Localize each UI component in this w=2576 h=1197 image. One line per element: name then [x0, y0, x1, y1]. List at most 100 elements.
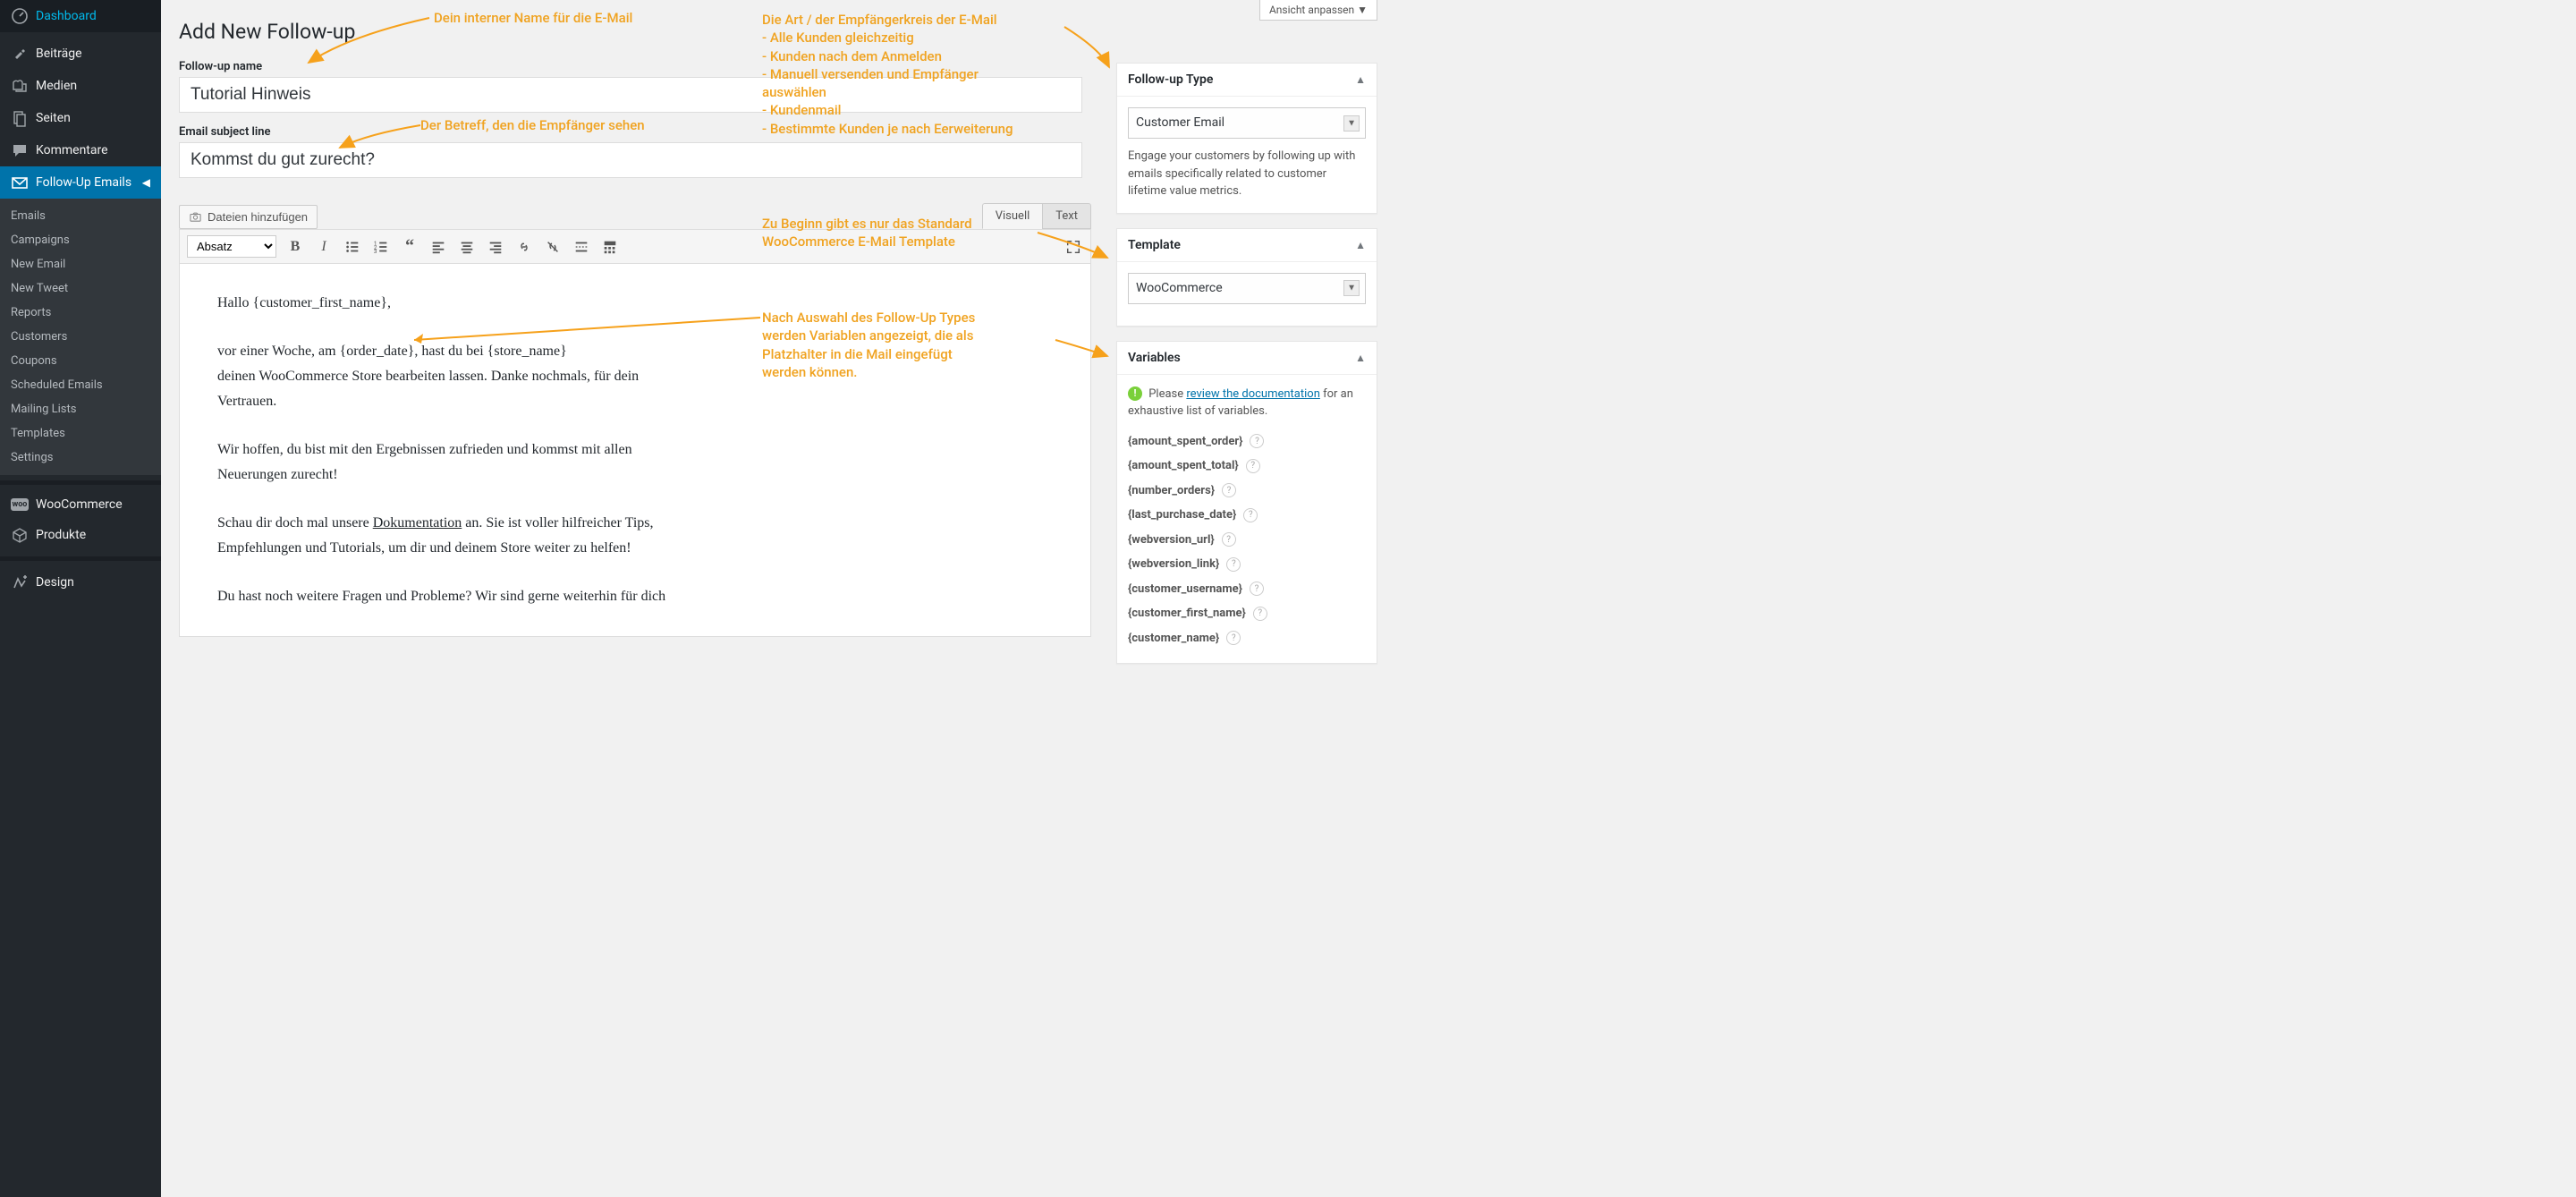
sidebar-item-posts[interactable]: Beiträge: [0, 38, 161, 70]
align-left-button[interactable]: [428, 237, 448, 257]
followup-name-input[interactable]: [179, 77, 1082, 113]
fullscreen-button[interactable]: [1063, 237, 1083, 257]
sidebar-item-media[interactable]: Medien: [0, 70, 161, 102]
arrow-right-icon: ◀: [142, 176, 150, 189]
variable-token: {amount_spent_order}: [1128, 433, 1242, 451]
variable-token: {amount_spent_total}: [1128, 457, 1239, 475]
help-icon[interactable]: ?: [1222, 532, 1236, 547]
sidebar-item-pages[interactable]: Seiten: [0, 102, 161, 134]
sidebar-subitem-coupons[interactable]: Coupons: [0, 349, 161, 373]
help-icon[interactable]: ?: [1226, 557, 1241, 572]
documentation-link[interactable]: Dokumentation: [373, 515, 462, 531]
bold-button[interactable]: B: [285, 237, 305, 257]
sidebar-subitem-emails[interactable]: Emails: [0, 204, 161, 228]
variable-token: {last_purchase_date}: [1128, 506, 1236, 524]
sidebar-label: Follow-Up Emails: [36, 175, 131, 190]
variable-row[interactable]: {amount_spent_order}?: [1128, 429, 1366, 454]
variable-row[interactable]: {customer_username}?: [1128, 577, 1366, 602]
collapse-icon: ▲: [1355, 73, 1366, 86]
sidebar-item-woocommerce[interactable]: woo WooCommerce: [0, 490, 161, 519]
subject-input[interactable]: [179, 142, 1082, 178]
right-metaboxes: Follow-up Type ▲ Customer Email ▼ Engage…: [1116, 63, 1377, 678]
variables-title: Variables: [1128, 351, 1181, 365]
link-button[interactable]: [514, 237, 534, 257]
screen-options-toggle[interactable]: Ansicht anpassen ▼: [1259, 0, 1377, 21]
align-center-button[interactable]: [457, 237, 477, 257]
sidebar-subitem-templates[interactable]: Templates: [0, 421, 161, 446]
followup-type-title: Follow-up Type: [1128, 72, 1213, 87]
variable-row[interactable]: {last_purchase_date}?: [1128, 503, 1366, 528]
variable-row[interactable]: {webversion_link}?: [1128, 552, 1366, 577]
info-icon: !: [1128, 386, 1142, 401]
admin-sidebar: Dashboard Beiträge Medien Seiten Komment…: [0, 0, 161, 1197]
template-header[interactable]: Template ▲: [1117, 229, 1377, 262]
sidebar-subitem-mailing-lists[interactable]: Mailing Lists: [0, 397, 161, 421]
help-icon[interactable]: ?: [1246, 459, 1260, 473]
sidebar-subitem-customers[interactable]: Customers: [0, 325, 161, 349]
format-select[interactable]: Absatz: [187, 235, 276, 258]
align-right-button[interactable]: [486, 237, 505, 257]
sidebar-subitem-reports[interactable]: Reports: [0, 301, 161, 325]
body-line: vor einer Woche, am {order_date}, hast d…: [217, 339, 1053, 364]
sidebar-item-followup-emails[interactable]: Follow-Up Emails ◀: [0, 166, 161, 199]
body-line: Hallo {customer_first_name},: [217, 291, 1053, 316]
sidebar-label: WooCommerce: [36, 497, 123, 512]
svg-text:3: 3: [374, 248, 377, 255]
variable-row[interactable]: {number_orders}?: [1128, 479, 1366, 504]
template-select[interactable]: WooCommerce ▼: [1128, 273, 1366, 304]
sidebar-subitem-campaigns[interactable]: Campaigns: [0, 228, 161, 252]
variable-row[interactable]: {amount_spent_total}?: [1128, 454, 1366, 479]
tab-text[interactable]: Text: [1042, 203, 1091, 229]
sidebar-subitem-scheduled[interactable]: Scheduled Emails: [0, 373, 161, 397]
editor-tabs974: Visuell Text: [982, 203, 1091, 229]
template-box: Template ▲ WooCommerce ▼: [1116, 228, 1377, 327]
italic-button[interactable]: I: [314, 237, 334, 257]
template-value: WooCommerce: [1136, 281, 1223, 295]
sidebar-item-dashboard[interactable]: Dashboard: [0, 0, 161, 32]
toolbar-toggle-button[interactable]: [600, 237, 620, 257]
variables-hint: ! Please review the documentation for an…: [1128, 386, 1366, 420]
readmore-button[interactable]: [572, 237, 591, 257]
add-media-button[interactable]: Dateien hinzufügen: [179, 205, 318, 229]
bullet-list-button[interactable]: [343, 237, 362, 257]
unlink-button[interactable]: [543, 237, 563, 257]
sidebar-label: Seiten: [36, 111, 71, 125]
sidebar-subitem-settings[interactable]: Settings: [0, 446, 161, 470]
sidebar-label: Beiträge: [36, 47, 82, 61]
blockquote-button[interactable]: “: [400, 237, 419, 257]
help-icon[interactable]: ?: [1222, 483, 1236, 497]
number-list-button[interactable]: 123: [371, 237, 391, 257]
variable-token: {customer_name}: [1128, 630, 1219, 648]
help-icon[interactable]: ?: [1243, 508, 1258, 522]
help-icon[interactable]: ?: [1253, 607, 1267, 621]
sidebar-subitem-new-tweet[interactable]: New Tweet: [0, 276, 161, 301]
sidebar-item-products[interactable]: Produkte: [0, 519, 161, 551]
followup-type-header[interactable]: Follow-up Type ▲: [1117, 64, 1377, 97]
followup-type-value: Customer Email: [1136, 115, 1224, 130]
media-camera-icon: [189, 211, 202, 224]
variable-row[interactable]: {customer_first_name}?: [1128, 601, 1366, 626]
tab-visual[interactable]: Visuell: [982, 203, 1043, 229]
variable-token: {webversion_link}: [1128, 556, 1219, 573]
followup-type-select[interactable]: Customer Email ▼: [1128, 107, 1366, 139]
main-content: Ansicht anpassen ▼ Add New Follow-up Fol…: [161, 0, 1395, 637]
variable-row[interactable]: {webversion_url}?: [1128, 528, 1366, 553]
variable-row[interactable]: {customer_name}?: [1128, 626, 1366, 651]
variable-token: {number_orders}: [1128, 482, 1215, 500]
help-icon[interactable]: ?: [1226, 631, 1241, 645]
sidebar-label: Dashboard: [36, 9, 97, 23]
editor-content[interactable]: Hallo {customer_first_name}, vor einer W…: [179, 264, 1091, 637]
sidebar-item-comments[interactable]: Kommentare: [0, 134, 161, 166]
product-icon: [11, 526, 29, 544]
sidebar-subitem-new-email[interactable]: New Email: [0, 252, 161, 276]
sidebar-label: Design: [36, 575, 74, 590]
comment-icon: [11, 141, 29, 159]
chevron-down-icon: ▼: [1347, 116, 1356, 130]
sidebar-item-design[interactable]: Design: [0, 566, 161, 598]
template-title: Template: [1128, 238, 1181, 252]
variables-doc-link[interactable]: review the documentation: [1186, 387, 1320, 401]
variables-header[interactable]: Variables ▲: [1117, 342, 1377, 375]
help-icon[interactable]: ?: [1250, 434, 1264, 448]
body-line: Neuerungen zurecht!: [217, 463, 1053, 488]
help-icon[interactable]: ?: [1250, 582, 1264, 596]
